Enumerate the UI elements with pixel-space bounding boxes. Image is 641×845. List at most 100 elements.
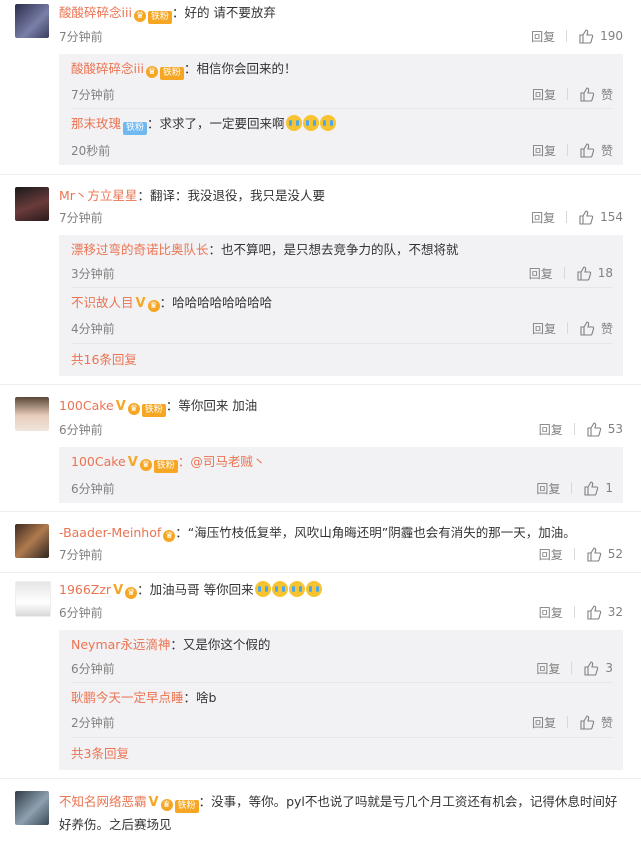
- comment-text: ：好的 请不要放弃: [171, 5, 276, 20]
- crying-emoji-icon: [285, 115, 302, 131]
- comment-item: Mr丶方立星星：翻译：我没退役，我只是没人要 7分钟前 回复 154: [0, 175, 641, 227]
- like-label: 赞: [600, 87, 613, 102]
- comment-author[interactable]: -Baader-Meinhof: [59, 525, 161, 540]
- comment-item: 100Cake V ♛ 铁粉 ：等你回来 加油 6分钟前 回复 53: [0, 385, 641, 439]
- reply-author[interactable]: 耿鹏今天一定早点睡: [71, 690, 184, 705]
- reply-button[interactable]: 回复: [536, 660, 560, 677]
- member-icon: ♛: [163, 530, 176, 542]
- reply-button[interactable]: 回复: [539, 604, 563, 621]
- fan-badge: 铁粉: [159, 67, 184, 80]
- comment-text: ：翻译：我没退役，我只是没人要: [137, 188, 325, 203]
- like-button[interactable]: 赞: [579, 86, 613, 103]
- reply-item: 100Cake V ♛ 铁粉 ：@司马老贼丶 6分钟前 回复 1: [71, 447, 613, 503]
- comment-time: 7分钟前: [59, 29, 103, 44]
- like-button[interactable]: 154: [578, 209, 623, 225]
- comment-author[interactable]: 100Cake: [59, 398, 114, 413]
- avatar[interactable]: [15, 791, 49, 825]
- comment-text: ：加油马哥 等你回来: [137, 582, 254, 597]
- like-button[interactable]: 1: [583, 480, 613, 496]
- reply-list: 酸酸碎碎念iii ♛ 铁粉 ：相信你会回来的！ 7分钟前 回复 赞 那末玫瑰 铁粉 ：求求…: [59, 54, 623, 165]
- verified-v-icon: V: [148, 795, 159, 810]
- reply-author[interactable]: Neymar永远滴神: [71, 637, 170, 652]
- crying-emoji-icon: [254, 581, 271, 597]
- like-count: 3: [605, 661, 613, 675]
- reply-button[interactable]: 回复: [539, 421, 563, 438]
- reply-author[interactable]: 不识故人目: [71, 295, 134, 310]
- reply-author[interactable]: 漂移过弯的奇诺比奥队长: [71, 242, 209, 257]
- thumbs-up-icon: [587, 547, 601, 562]
- comment-author[interactable]: 酸酸碎碎念iii: [59, 5, 132, 20]
- fan-badge: 铁粉: [123, 122, 148, 135]
- comment-author[interactable]: Mr丶方立星星: [59, 188, 137, 203]
- avatar[interactable]: [15, 524, 49, 558]
- fan-badge: 铁粉: [174, 800, 199, 813]
- comment-time: 6分钟前: [59, 605, 103, 620]
- reply-time: 3分钟前: [71, 266, 115, 281]
- reply-button[interactable]: 回复: [539, 546, 563, 563]
- reply-button[interactable]: 回复: [536, 480, 560, 497]
- reply-button[interactable]: 回复: [531, 28, 555, 45]
- reply-button[interactable]: 回复: [532, 714, 556, 731]
- thumbs-up-icon: [579, 29, 594, 44]
- reply-button[interactable]: 回复: [531, 209, 555, 226]
- crying-emoji-icon: [271, 581, 288, 597]
- like-button[interactable]: 赞: [579, 142, 613, 159]
- like-count: 18: [597, 266, 613, 280]
- like-button[interactable]: 3: [583, 660, 613, 676]
- like-button[interactable]: 赞: [579, 714, 613, 731]
- more-replies-link[interactable]: 共16条回复: [71, 343, 613, 376]
- reply-time: 6分钟前: [71, 481, 115, 496]
- like-count: 190: [600, 29, 623, 43]
- comment-item: 酸酸碎碎念iii ♛ 铁粉 ：好的 请不要放弃 7分钟前 回复 190: [0, 0, 641, 46]
- reply-button[interactable]: 回复: [532, 320, 556, 337]
- like-label: 赞: [600, 143, 613, 158]
- reply-time: 6分钟前: [71, 661, 115, 676]
- avatar[interactable]: [15, 187, 49, 221]
- comment-author[interactable]: 1966Zzr: [59, 582, 111, 597]
- comment-time: 6分钟前: [59, 422, 103, 437]
- thumbs-up-icon: [577, 266, 591, 281]
- reply-text: ：求求了，一定要回来啊: [147, 116, 285, 131]
- thumbs-up-icon: [584, 481, 599, 496]
- thumbs-up-icon: [579, 210, 594, 225]
- reply-button[interactable]: 回复: [532, 86, 556, 103]
- reply-button[interactable]: 回复: [532, 142, 556, 159]
- reply-author[interactable]: 100Cake: [71, 454, 126, 469]
- more-replies-link[interactable]: 共3条回复: [71, 737, 613, 770]
- member-icon: ♛: [160, 799, 173, 811]
- like-button[interactable]: 53: [586, 421, 623, 437]
- avatar[interactable]: [15, 397, 49, 431]
- verified-v-icon: V: [113, 583, 124, 598]
- reply-text: ：相信你会回来的！: [183, 61, 297, 76]
- comment-author[interactable]: 不知名网络恶霸: [59, 794, 147, 809]
- like-button[interactable]: 赞: [579, 320, 613, 337]
- like-count: 32: [607, 605, 623, 619]
- thumbs-up-icon: [587, 605, 601, 620]
- like-count: 1: [605, 481, 613, 495]
- thumbs-up-icon: [580, 321, 595, 336]
- thumbs-up-icon: [584, 661, 599, 676]
- reply-author[interactable]: 那末玫瑰: [71, 116, 121, 131]
- verified-v-icon: V: [127, 455, 138, 470]
- like-button[interactable]: 32: [586, 604, 623, 620]
- crying-emoji-icon: [288, 581, 305, 597]
- reply-button[interactable]: 回复: [529, 265, 553, 282]
- reply-text: ：啥b: [183, 690, 217, 705]
- comment-text: ：“海压竹枝低复举，风吹山角晦还明”阴霾也会有消失的那一天，加油。: [175, 525, 576, 540]
- fan-badge: 铁粉: [153, 460, 178, 473]
- comment-time: 7分钟前: [59, 210, 103, 225]
- like-button[interactable]: 190: [578, 28, 623, 44]
- reply-list: Neymar永远滴神：又是你这个假的 6分钟前 回复 3 耿鹏今天一定早点睡：啥…: [59, 630, 623, 770]
- like-button[interactable]: 18: [576, 265, 613, 281]
- like-label: 赞: [600, 321, 613, 336]
- avatar[interactable]: [15, 581, 51, 617]
- avatar[interactable]: [15, 4, 49, 38]
- reply-item: 那末玫瑰 铁粉 ：求求了，一定要回来啊 20秒前 回复 赞: [71, 108, 613, 165]
- crying-emoji-icon: [305, 581, 322, 597]
- comment-item: -Baader-Meinhof ♛ ：“海压竹枝低复举，风吹山角晦还明”阴霾也会有消…: [0, 512, 641, 564]
- reply-text: ：也不算吧，是只想去竞争力的队，不想将就: [208, 242, 459, 257]
- comment-item: 不知名网络恶霸 V ♛ 铁粉 ：没事，等你。pyl不也说了吗就是亏几个月工资还有机会，记…: [0, 779, 641, 836]
- like-button[interactable]: 52: [586, 546, 623, 562]
- comment-text: ：等你回来 加油: [165, 398, 258, 413]
- reply-author[interactable]: 酸酸碎碎念iii: [71, 61, 144, 76]
